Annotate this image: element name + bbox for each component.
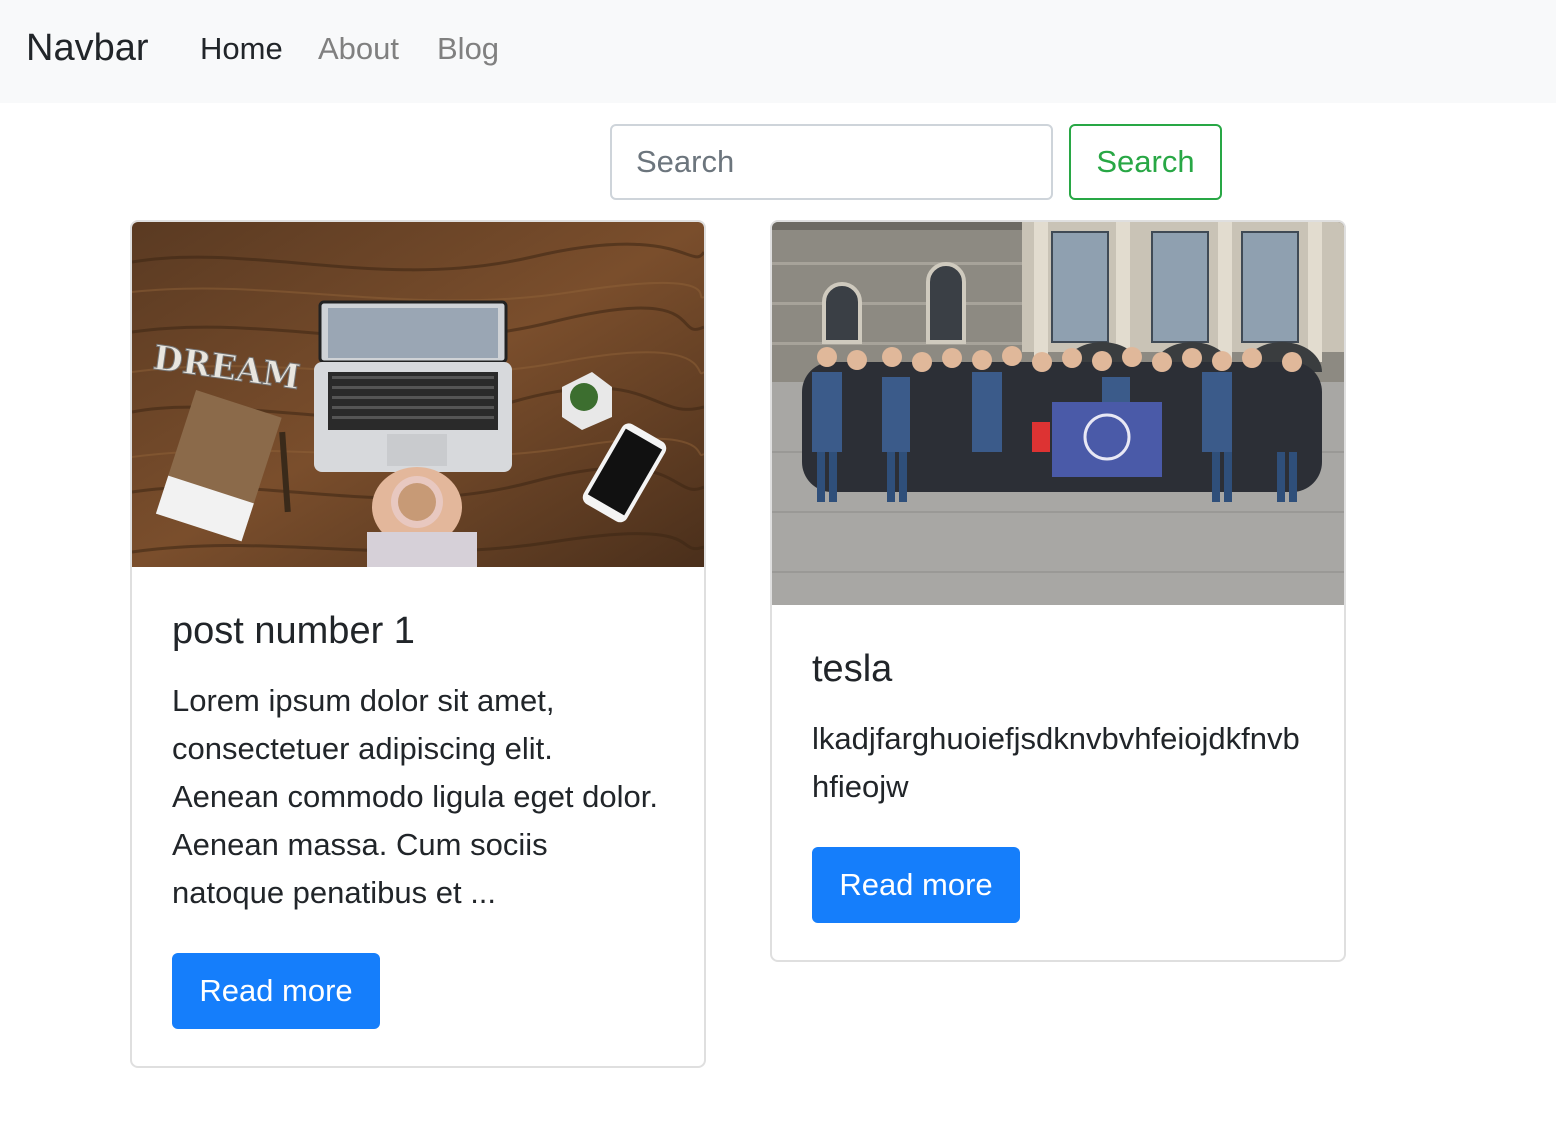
post-title: post number 1 xyxy=(172,610,415,652)
read-more-button[interactable]: Read more xyxy=(812,847,1020,923)
post-title: tesla xyxy=(812,648,893,690)
search-input[interactable] xyxy=(610,124,1053,200)
search-button[interactable]: Search xyxy=(1069,124,1222,200)
nav-link-about[interactable]: About xyxy=(318,30,399,68)
post-excerpt: lkadjfarghuoiefjsdknvbvhfeiojdkfnvbhfieo… xyxy=(812,721,1300,804)
post-card: DREAM post number 1 Lorem ipsum dolor si… xyxy=(130,220,706,1068)
nav-link-home[interactable]: Home xyxy=(200,30,283,68)
post-image-desk: DREAM xyxy=(132,222,704,567)
nav-link-blog[interactable]: Blog xyxy=(437,30,499,68)
read-more-button[interactable]: Read more xyxy=(172,953,380,1029)
post-card: tesla lkadjfarghuoiefjsdknvbvhfeiojdkfnv… xyxy=(770,220,1346,962)
post-excerpt: Lorem ipsum dolor sit amet, consectetuer… xyxy=(172,683,658,910)
navbar: Navbar Home About Blog xyxy=(0,0,1556,103)
post-image-group xyxy=(772,222,1344,605)
navbar-brand[interactable]: Navbar xyxy=(26,26,149,70)
